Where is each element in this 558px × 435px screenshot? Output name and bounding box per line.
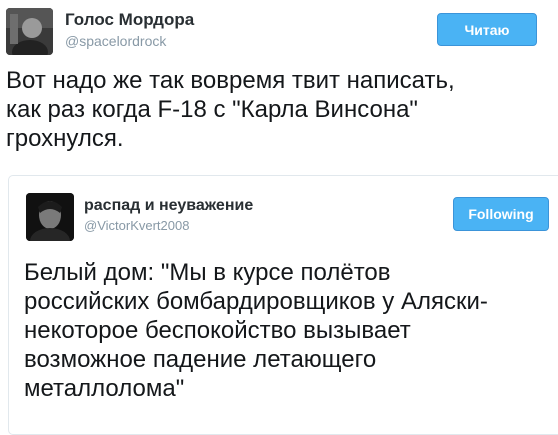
quoted-text-line: некоторое беспокойство вызывает (24, 317, 411, 344)
quoted-tweet-text: Белый дом: "Мы в курсе полётов российски… (24, 258, 558, 403)
avatar-photo-icon (6, 8, 53, 55)
quoted-author-handle[interactable]: @VictorKvert2008 (84, 218, 189, 233)
quoted-text-line: металлолома" (24, 375, 185, 402)
quoted-author-avatar[interactable] (26, 193, 74, 241)
quoted-author-name[interactable]: распад и неуважение (84, 197, 253, 215)
quoted-text-line: Белый дом: "Мы в курсе полётов (24, 259, 391, 286)
avatar-photo-icon (26, 193, 74, 241)
quoted-text-line: российских бомбардировщиков у Аляски- (24, 288, 488, 315)
tweet-text-line: Вот надо же так вовремя твит написать, (6, 67, 455, 94)
following-button[interactable]: Following (453, 197, 549, 231)
tweet-card: Голос Мордора @spacelordrock Читаю Вот н… (0, 0, 558, 435)
tweet-text-line: как раз когда F-18 с "Карла Винсона" (6, 96, 418, 123)
quoted-tweet[interactable]: распад и неуважение @VictorKvert2008 Fol… (8, 175, 558, 435)
author-handle[interactable]: @spacelordrock (65, 33, 166, 49)
quoted-text-line: возможное падение летающего (24, 346, 377, 373)
author-name[interactable]: Голос Мордора (65, 10, 194, 30)
follow-button[interactable]: Читаю (437, 13, 537, 46)
author-avatar[interactable] (6, 8, 53, 55)
tweet-text-line: грохнулся. (6, 125, 124, 152)
tweet-text: Вот надо же так вовремя твит написать, к… (6, 66, 551, 153)
